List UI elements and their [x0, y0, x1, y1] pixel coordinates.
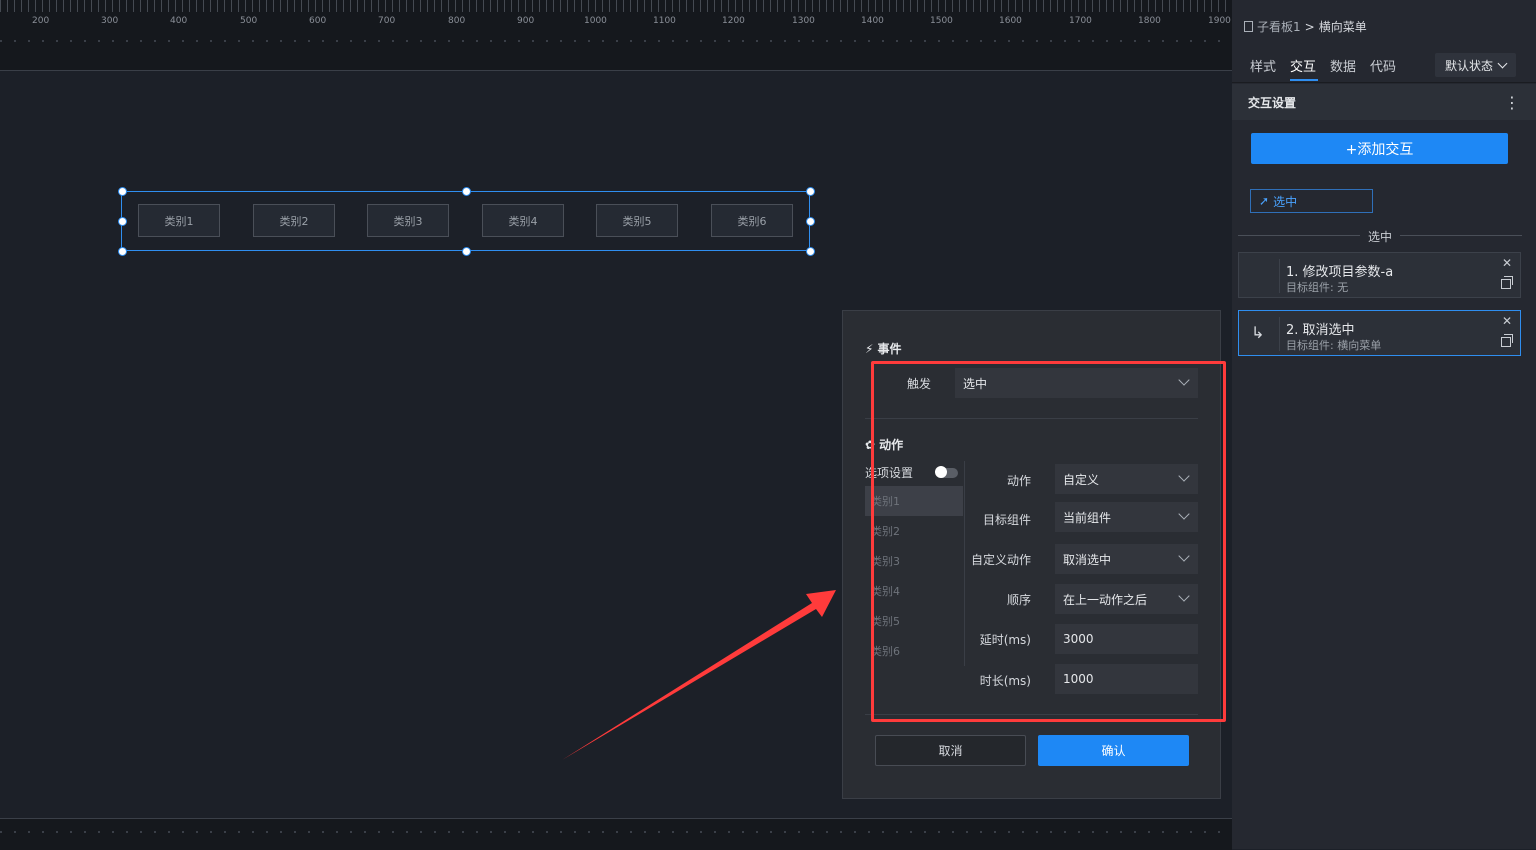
- tab-interaction[interactable]: 交互: [1290, 56, 1316, 75]
- resize-handle[interactable]: [806, 187, 815, 196]
- panel-tabs: 样式 交互 数据 代码 默认状态: [1232, 48, 1536, 83]
- bottom-ruler: [0, 818, 1232, 850]
- ruler-grid-dots: [0, 40, 1232, 42]
- action-card[interactable]: ↳ 2. 取消选中 目标组件: 横向菜单 ✕: [1238, 310, 1521, 356]
- ruler-mark: 1600: [999, 16, 1022, 26]
- more-icon[interactable]: ⋮: [1504, 93, 1520, 112]
- ruler-mark: 1400: [861, 16, 884, 26]
- ruler-grid-dots: [0, 831, 1232, 833]
- resize-handle[interactable]: [118, 217, 127, 226]
- ruler-mark: 1800: [1138, 16, 1161, 26]
- copy-icon[interactable]: [1501, 276, 1513, 289]
- divider-line: [1400, 235, 1522, 236]
- selected-menu-component[interactable]: [121, 191, 810, 251]
- chevron-down-icon: [1497, 58, 1508, 68]
- group-title: 选中: [1368, 230, 1393, 244]
- ruler-mark: 1900: [1208, 16, 1231, 26]
- active-tab-indicator: [1290, 79, 1318, 81]
- breadcrumb-current: 横向菜单: [1318, 20, 1367, 34]
- properties-panel: 子看板1 > 横向菜单 样式 交互 数据 代码 默认状态 交互设置 ⋮ +添加交…: [1232, 0, 1536, 849]
- ruler-mark: 400: [170, 16, 188, 26]
- close-icon[interactable]: ✕: [1502, 256, 1512, 270]
- action-target: 目标组件: 横向菜单: [1286, 339, 1382, 352]
- ruler-mark: 1000: [584, 16, 607, 26]
- action-target: 目标组件: 无: [1286, 281, 1349, 294]
- cancel-button[interactable]: 取消: [875, 735, 1026, 766]
- trigger-chip-label: 选中: [1273, 194, 1298, 209]
- card-divider: [1279, 317, 1280, 351]
- ruler-mark: 1100: [653, 16, 676, 26]
- state-select[interactable]: 默认状态: [1435, 53, 1516, 77]
- close-icon[interactable]: ✕: [1502, 314, 1512, 328]
- interaction-settings-header: 交互设置 ⋮: [1232, 84, 1536, 120]
- ruler-mark: 300: [101, 16, 119, 26]
- action-card[interactable]: 1. 修改项目参数-a 目标组件: 无 ✕: [1238, 252, 1521, 298]
- resize-handle[interactable]: [806, 247, 815, 256]
- board-icon: [1244, 21, 1253, 32]
- confirm-button[interactable]: 确认: [1038, 735, 1189, 766]
- menu-item[interactable]: 类别6: [711, 204, 793, 237]
- ruler-mark: 600: [309, 16, 327, 26]
- corner-arrow-icon: ↳: [1251, 323, 1265, 342]
- resize-handle[interactable]: [118, 247, 127, 256]
- menu-item[interactable]: 类别3: [367, 204, 449, 237]
- top-ruler: 200 300 400 500 600 700 800 900 1000 110…: [0, 0, 1232, 71]
- ruler-mark: 900: [517, 16, 535, 26]
- ruler-mark: 1500: [930, 16, 953, 26]
- ruler-mark: 800: [448, 16, 466, 26]
- ruler-mark: 1200: [722, 16, 745, 26]
- tab-data[interactable]: 数据: [1330, 56, 1356, 75]
- ruler-ticks: [0, 0, 1232, 12]
- divider-line: [1238, 235, 1360, 236]
- ruler-mark: 500: [240, 16, 258, 26]
- tab-code[interactable]: 代码: [1370, 56, 1396, 75]
- annotation-highlight-box: [871, 361, 1226, 722]
- resize-handle[interactable]: [462, 187, 471, 196]
- resize-handle[interactable]: [806, 217, 815, 226]
- section-title: 交互设置: [1248, 96, 1297, 110]
- breadcrumb-board[interactable]: 子看板1: [1257, 18, 1301, 35]
- menu-item[interactable]: 类别4: [482, 204, 564, 237]
- menu-item[interactable]: 类别2: [253, 204, 335, 237]
- menu-item[interactable]: 类别1: [138, 204, 220, 237]
- resize-handle[interactable]: [462, 247, 471, 256]
- group-divider: 选中: [1238, 228, 1522, 244]
- ruler-mark: 1300: [792, 16, 815, 26]
- card-divider: [1279, 259, 1280, 293]
- ruler-mark: 200: [32, 16, 50, 26]
- menu-item[interactable]: 类别5: [596, 204, 678, 237]
- ruler-mark: 700: [378, 16, 396, 26]
- add-interaction-button[interactable]: +添加交互: [1251, 133, 1508, 164]
- pointer-icon: ➚: [1259, 194, 1270, 208]
- tab-style[interactable]: 样式: [1250, 56, 1276, 75]
- copy-icon[interactable]: [1501, 334, 1513, 347]
- event-section-label: ⚡ 事件: [865, 340, 901, 357]
- ruler-mark: 1700: [1069, 16, 1092, 26]
- lightning-icon: ⚡: [865, 341, 874, 356]
- breadcrumb-separator: >: [1304, 19, 1315, 34]
- breadcrumb: 子看板1 > 横向菜单: [1244, 18, 1367, 35]
- action-title: 1. 修改项目参数-a: [1286, 265, 1394, 280]
- action-title: 2. 取消选中: [1286, 323, 1355, 338]
- event-label: 事件: [877, 342, 902, 356]
- trigger-chip[interactable]: ➚ 选中: [1250, 189, 1373, 213]
- resize-handle[interactable]: [118, 187, 127, 196]
- state-select-value: 默认状态: [1444, 58, 1493, 73]
